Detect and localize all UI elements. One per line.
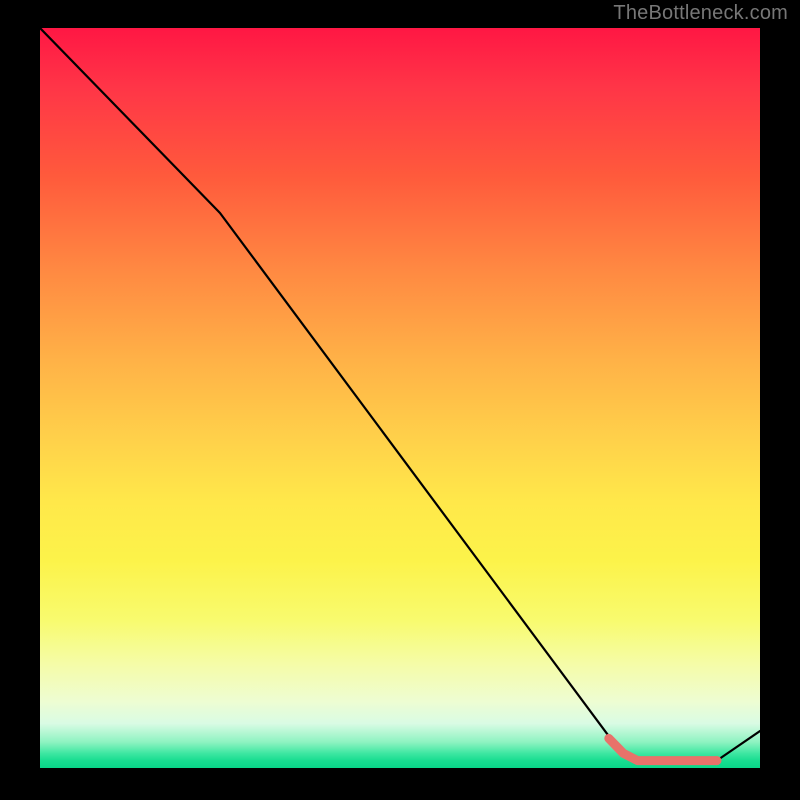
accent-end-dot [712,756,721,765]
plot-area [40,28,760,768]
watermark-text: TheBottleneck.com [613,2,788,25]
bottleneck-curve-path [40,28,760,761]
accent-segment-path [609,738,717,760]
chart-container: TheBottleneck.com [0,0,800,800]
line-layer [40,28,760,768]
